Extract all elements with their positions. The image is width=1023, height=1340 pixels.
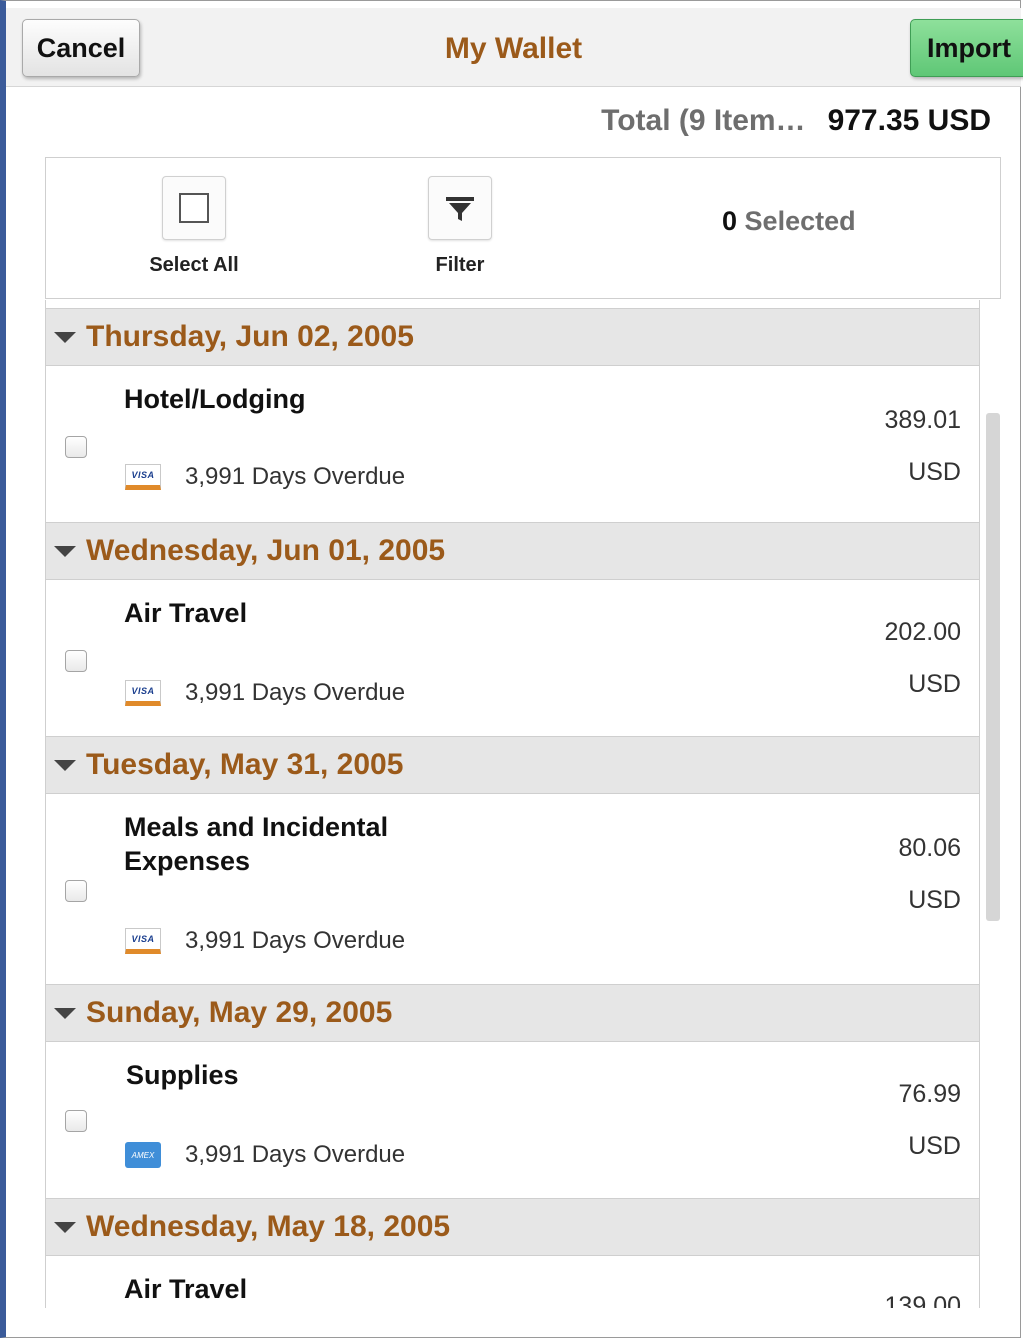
import-button[interactable]: Import	[910, 19, 1023, 77]
collapse-triangle-icon	[54, 1221, 76, 1233]
item-checkbox[interactable]	[65, 1110, 87, 1132]
select-all-tool[interactable]: Select All	[134, 176, 254, 277]
list-item[interactable]: Air Travel VISA 3,991 Days Overdue 202.0…	[46, 580, 979, 736]
collapse-triangle-icon	[54, 759, 76, 771]
item-checkbox[interactable]	[65, 650, 87, 672]
select-all-button[interactable]	[162, 176, 226, 240]
group-header[interactable]: Wednesday, Jun 01, 2005	[46, 522, 979, 580]
collapse-triangle-icon	[54, 1007, 76, 1019]
group-header[interactable]: Sunday, May 29, 2005	[46, 984, 979, 1042]
selected-indicator: 0 Selected	[722, 206, 856, 237]
item-currency: USD	[908, 886, 961, 914]
item-amount: 202.00	[884, 618, 961, 646]
total-amount: 977.35 USD	[827, 104, 991, 137]
list-item[interactable]: Air Travel 139.00	[46, 1256, 979, 1308]
group-date: Wednesday, May 18, 2005	[86, 1210, 451, 1243]
amex-card-icon: AMEX	[125, 1142, 161, 1168]
overdue-status: 3,991 Days Overdue	[185, 1141, 406, 1168]
total-summary: Total (9 Item… 977.35 USD	[601, 104, 991, 138]
item-currency: USD	[908, 670, 961, 698]
group-date: Thursday, Jun 02, 2005	[86, 320, 414, 353]
page-title: My Wallet	[444, 32, 583, 65]
list-item[interactable]: Hotel/Lodging VISA 3,991 Days Overdue 38…	[46, 366, 979, 522]
item-title: Air Travel	[124, 1274, 248, 1304]
item-amount: 389.01	[884, 406, 961, 434]
item-amount: 76.99	[898, 1080, 961, 1108]
overdue-status: 3,991 Days Overdue	[185, 679, 406, 706]
filter-label: Filter	[435, 254, 485, 276]
visa-card-icon: VISA	[125, 464, 161, 490]
visa-card-icon: VISA	[125, 928, 161, 954]
expense-list: Thursday, Jun 02, 2005 Hotel/Lodging VIS…	[45, 300, 980, 1308]
overdue-status: 3,991 Days Overdue	[185, 463, 406, 490]
filter-tool[interactable]: Filter	[400, 176, 520, 277]
item-currency: USD	[908, 458, 961, 486]
total-label: Total (9 Item…	[601, 104, 806, 137]
collapse-triangle-icon	[54, 331, 76, 343]
list-item[interactable]: Meals and Incidental Expenses VISA 3,991…	[46, 794, 979, 984]
filter-button[interactable]	[428, 176, 492, 240]
item-amount: 139.00	[884, 1292, 961, 1308]
filter-icon	[446, 197, 474, 221]
select-all-label: Select All	[149, 254, 239, 276]
item-title: Air Travel	[124, 598, 248, 628]
checkbox-icon	[179, 193, 209, 223]
item-currency: USD	[908, 1132, 961, 1160]
visa-card-icon: VISA	[125, 680, 161, 706]
group-header[interactable]: Wednesday, May 18, 2005	[46, 1198, 979, 1256]
group-header[interactable]: Tuesday, May 31, 2005	[46, 736, 979, 794]
header-bar: Cancel My Wallet Import	[6, 8, 1023, 87]
group-date: Tuesday, May 31, 2005	[86, 748, 404, 781]
item-checkbox[interactable]	[65, 880, 87, 902]
selected-label: Selected	[744, 206, 856, 236]
overdue-status: 3,991 Days Overdue	[185, 927, 406, 954]
item-checkbox[interactable]	[65, 436, 87, 458]
item-title: Supplies	[126, 1060, 239, 1090]
list-item[interactable]: Supplies AMEX 3,991 Days Overdue 76.99 U…	[46, 1042, 979, 1198]
item-amount: 80.06	[898, 834, 961, 862]
selected-count: 0	[722, 206, 738, 236]
item-title: Hotel/Lodging	[124, 384, 306, 414]
group-date: Sunday, May 29, 2005	[86, 996, 393, 1029]
scrollbar[interactable]	[986, 413, 1000, 921]
wallet-toolbar: Select All Filter 0 Selected	[45, 157, 1001, 299]
collapse-triangle-icon	[54, 545, 76, 557]
group-date: Wednesday, Jun 01, 2005	[86, 534, 446, 567]
item-title: Meals and Incidental Expenses	[124, 812, 389, 876]
group-header[interactable]: Thursday, Jun 02, 2005	[46, 308, 979, 366]
